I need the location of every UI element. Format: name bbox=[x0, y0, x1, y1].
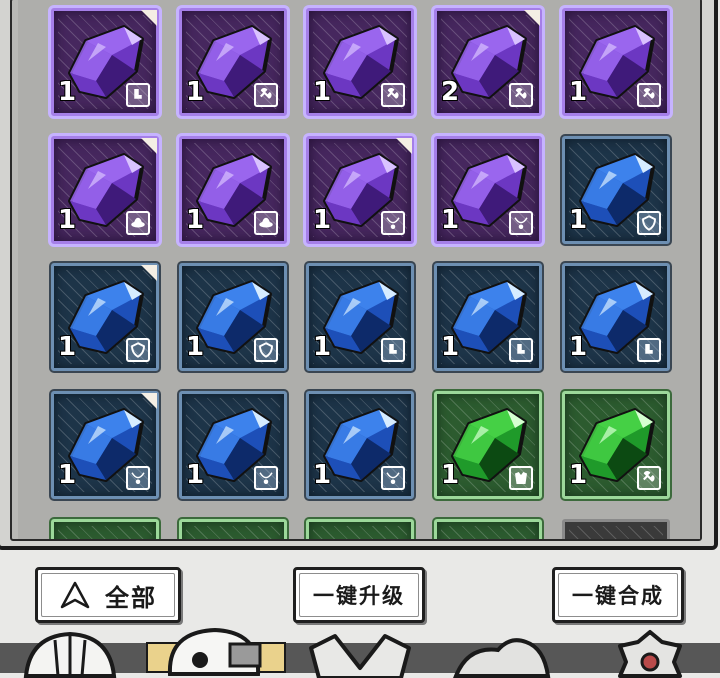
inventory-slot[interactable] bbox=[562, 519, 670, 539]
inventory-slot[interactable]: 1 bbox=[306, 391, 414, 499]
tab-skull-mask[interactable] bbox=[160, 626, 270, 676]
item-count: 1 bbox=[58, 77, 77, 107]
armor-icon bbox=[509, 466, 533, 490]
upgrade-all-button[interactable]: 一键升级 bbox=[293, 567, 425, 623]
tab-gloves[interactable] bbox=[448, 628, 558, 678]
inventory-slot[interactable]: 1 bbox=[562, 136, 670, 244]
shield-icon bbox=[254, 338, 278, 362]
new-item-corner-marker bbox=[141, 10, 157, 26]
item-count: 1 bbox=[569, 77, 588, 107]
new-item-corner-marker bbox=[396, 138, 412, 154]
upgrade-all-label: 一键升级 bbox=[313, 583, 405, 608]
inventory-slot[interactable]: 1 bbox=[179, 8, 287, 116]
item-count: 1 bbox=[441, 332, 460, 362]
hat-icon bbox=[126, 211, 150, 235]
tab-helmet[interactable] bbox=[20, 628, 120, 678]
item-count: 1 bbox=[186, 205, 205, 235]
item-count: 1 bbox=[313, 205, 332, 235]
item-count: 1 bbox=[186, 460, 205, 490]
inventory-slot[interactable] bbox=[51, 519, 159, 539]
inventory-slot[interactable] bbox=[306, 519, 414, 539]
tab-armor[interactable] bbox=[305, 628, 415, 678]
inventory-slot[interactable]: 1 bbox=[562, 263, 670, 371]
wrench-icon bbox=[254, 83, 278, 107]
filter-triangle-icon bbox=[60, 581, 90, 609]
item-count: 1 bbox=[569, 460, 588, 490]
item-count: 1 bbox=[313, 77, 332, 107]
boot-icon bbox=[637, 338, 661, 362]
necklace-icon bbox=[126, 466, 150, 490]
item-count: 1 bbox=[441, 460, 460, 490]
necklace-icon bbox=[381, 466, 405, 490]
inventory-slot[interactable]: 1 bbox=[51, 136, 159, 244]
inventory-slot[interactable] bbox=[179, 519, 287, 539]
wrench-icon bbox=[509, 83, 533, 107]
inventory-slot[interactable]: 1 bbox=[51, 391, 159, 499]
item-count: 1 bbox=[441, 205, 460, 235]
new-item-corner-marker bbox=[524, 10, 540, 26]
filter-all-label: 全部 bbox=[105, 582, 157, 612]
filter-all-button[interactable]: 全部 bbox=[35, 567, 181, 623]
necklace-icon bbox=[254, 466, 278, 490]
inventory-slot[interactable] bbox=[434, 519, 542, 539]
shield-icon bbox=[637, 211, 661, 235]
wrench-icon bbox=[381, 83, 405, 107]
necklace-icon bbox=[509, 211, 533, 235]
inventory-slot[interactable]: 1 bbox=[179, 136, 287, 244]
inventory-slot[interactable]: 1 bbox=[434, 263, 542, 371]
item-count: 1 bbox=[186, 77, 205, 107]
wrench-icon bbox=[637, 83, 661, 107]
inventory-slot[interactable]: 1 bbox=[306, 136, 414, 244]
inventory-slot[interactable]: 1 bbox=[562, 8, 670, 116]
boot-icon bbox=[126, 83, 150, 107]
item-count: 1 bbox=[569, 205, 588, 235]
inventory-slot[interactable]: 1 bbox=[434, 136, 542, 244]
item-count: 1 bbox=[313, 332, 332, 362]
inventory-slot[interactable]: 1 bbox=[179, 263, 287, 371]
inventory-slot[interactable]: 1 bbox=[306, 8, 414, 116]
inventory-slot[interactable]: 1 bbox=[306, 263, 414, 371]
boot-icon bbox=[509, 338, 533, 362]
inventory-slot[interactable]: 1 bbox=[562, 391, 670, 499]
merge-all-label: 一键合成 bbox=[572, 583, 664, 608]
item-count: 1 bbox=[58, 332, 77, 362]
shield-icon bbox=[126, 338, 150, 362]
item-count: 1 bbox=[313, 460, 332, 490]
merge-all-button[interactable]: 一键合成 bbox=[552, 567, 684, 623]
wrench-icon bbox=[637, 466, 661, 490]
inventory-grid[interactable]: 1 1 1 2 1 1 1 1 1 1 1 1 1 1 1 1 1 1 1 1 bbox=[18, 0, 700, 539]
new-item-corner-marker bbox=[141, 265, 157, 281]
inventory-slot[interactable]: 1 bbox=[179, 391, 287, 499]
boot-icon bbox=[381, 338, 405, 362]
inventory-slot[interactable]: 1 bbox=[51, 263, 159, 371]
inventory-slot[interactable]: 2 bbox=[434, 8, 542, 116]
new-item-corner-marker bbox=[141, 393, 157, 409]
item-count: 1 bbox=[58, 460, 77, 490]
new-item-corner-marker bbox=[141, 138, 157, 154]
inventory-slot[interactable]: 1 bbox=[51, 8, 159, 116]
inventory-slot[interactable]: 1 bbox=[434, 391, 542, 499]
item-count: 1 bbox=[58, 205, 77, 235]
item-count: 1 bbox=[186, 332, 205, 362]
necklace-icon bbox=[381, 211, 405, 235]
item-count: 1 bbox=[569, 332, 588, 362]
hat-icon bbox=[254, 211, 278, 235]
tab-amulet[interactable] bbox=[600, 628, 700, 678]
item-count: 2 bbox=[441, 77, 460, 107]
